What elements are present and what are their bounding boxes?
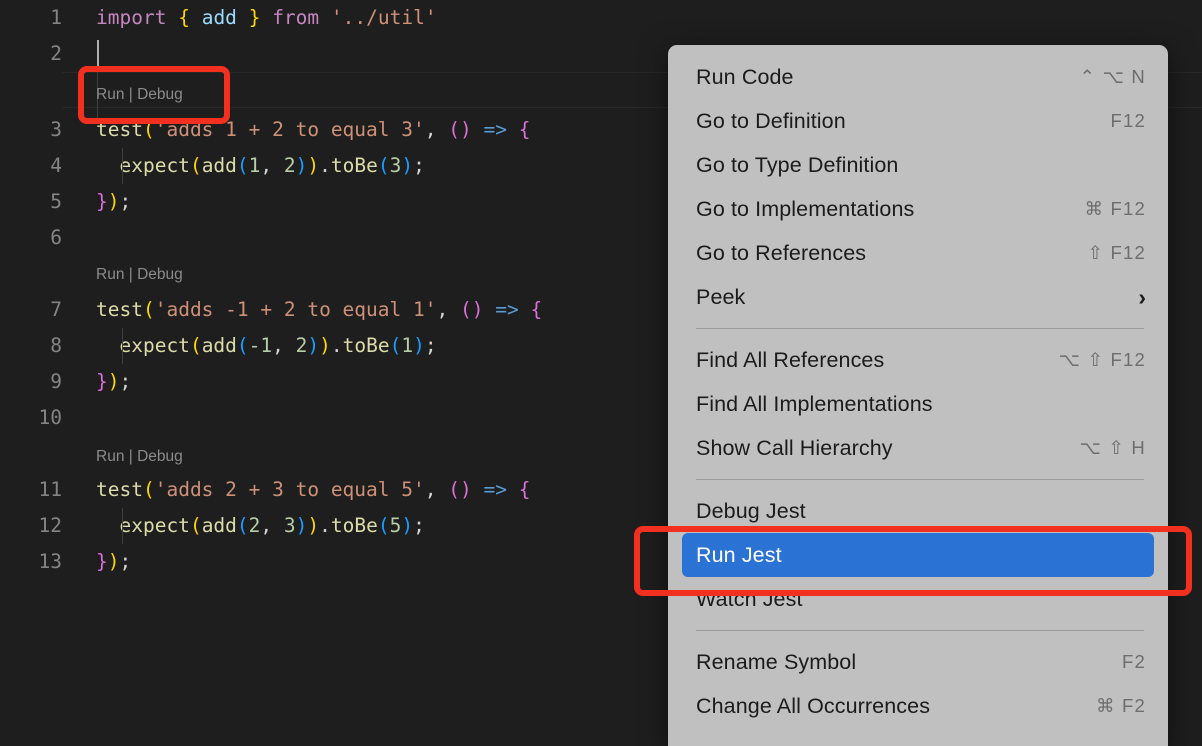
codelens-run-debug[interactable]: Run | Debug: [96, 440, 183, 474]
menu-item-go-to-definition[interactable]: Go to Definition F12: [668, 99, 1168, 143]
line-content: test('adds 2 + 3 to equal 5', () => {: [96, 478, 531, 501]
line-number: 11: [38, 478, 62, 501]
menu-item-label: Find All Implementations: [696, 391, 933, 416]
menu-item-label: Run Jest: [696, 542, 782, 567]
line-content: expect(add(1, 2)).toBe(3);: [119, 154, 425, 177]
menu-item-shortcut: F12: [1110, 110, 1146, 131]
menu-item-label: Watch Jest: [696, 586, 803, 611]
line-content: });: [96, 550, 132, 573]
line-number: 6: [50, 226, 62, 249]
line-number: 3: [50, 118, 62, 141]
menu-item-label: Change All Occurrences: [696, 693, 931, 718]
menu-item-show-call-hierarchy[interactable]: Show Call Hierarchy ⌥ ⇧ H: [668, 426, 1168, 470]
menu-item-label: Go to Type Definition: [696, 152, 899, 177]
chevron-right-icon: ›: [1138, 283, 1146, 310]
menu-item-shortcut: ⌥ ⇧ H: [1079, 437, 1146, 458]
menu-item-go-to-type-definition[interactable]: Go to Type Definition: [668, 143, 1168, 187]
screen: 1 import { add } from '../util' 2 Run | …: [0, 0, 1202, 746]
line-number: 1: [50, 6, 62, 29]
menu-item-peek[interactable]: Peek ›: [668, 275, 1168, 319]
line-number: 8: [50, 334, 62, 357]
menu-item-find-all-references[interactable]: Find All References ⌥ ⇧ F12: [668, 338, 1168, 382]
menu-item-label: Find All References: [696, 347, 885, 372]
menu-item-debug-jest[interactable]: Debug Jest: [668, 489, 1168, 533]
indent-guide: [122, 508, 123, 544]
menu-item-find-all-implementations[interactable]: Find All Implementations: [668, 382, 1168, 426]
indent-guide: [122, 328, 123, 364]
menu-item-label: Go to References: [696, 240, 867, 265]
line-number: 5: [50, 190, 62, 213]
menu-item-shortcut: ⌘ F2: [1095, 695, 1146, 716]
menu-separator: [696, 479, 1144, 480]
menu-item-shortcut: ⌃ ⌥ N: [1079, 66, 1146, 87]
menu-item-watch-jest[interactable]: Watch Jest: [668, 577, 1168, 621]
menu-item-label: Show Call Hierarchy: [696, 435, 893, 460]
line-content: import { add } from '../util': [96, 6, 437, 29]
menu-item-shortcut: F2: [1122, 651, 1146, 672]
line-number: 7: [50, 298, 62, 321]
menu-item-go-to-references[interactable]: Go to References ⇧ F12: [668, 231, 1168, 275]
menu-separator: [696, 630, 1144, 631]
line-content: test('adds -1 + 2 to equal 1', () => {: [96, 298, 543, 321]
codelens-run-debug[interactable]: Run | Debug: [96, 78, 183, 112]
menu-item-label: Go to Implementations: [696, 196, 915, 221]
indent-guide: [122, 148, 123, 184]
menu-item-change-all-occurrences[interactable]: Change All Occurrences ⌘ F2: [668, 684, 1168, 728]
menu-item-label: Rename Symbol: [696, 649, 857, 674]
menu-item-label: Run Code: [696, 64, 794, 89]
context-menu[interactable]: Run Code ⌃ ⌥ N Go to Definition F12 Go t…: [668, 45, 1168, 746]
line-number: 13: [38, 550, 62, 573]
menu-item-label: Debug Jest: [696, 498, 806, 523]
menu-item-label: Go to Definition: [696, 108, 846, 133]
menu-item-rename-symbol[interactable]: Rename Symbol F2: [668, 640, 1168, 684]
menu-separator: [696, 328, 1144, 329]
text-cursor: [97, 40, 99, 68]
menu-item-shortcut: ⇧ F12: [1087, 242, 1146, 263]
menu-item-shortcut: ⌥ ⇧ F12: [1058, 349, 1146, 370]
line-number: 4: [50, 154, 62, 177]
menu-item-run-code[interactable]: Run Code ⌃ ⌥ N: [668, 55, 1168, 99]
editor-line[interactable]: 1 import { add } from '../util': [0, 0, 1202, 36]
menu-item-label: Peek: [696, 284, 746, 309]
line-content: expect(add(-1, 2)).toBe(1);: [119, 334, 437, 357]
menu-item-go-to-implementations[interactable]: Go to Implementations ⌘ F12: [668, 187, 1168, 231]
line-content: });: [96, 370, 132, 393]
line-number: 12: [38, 514, 62, 537]
line-content: });: [96, 190, 132, 213]
line-number: 9: [50, 370, 62, 393]
line-content: test('adds 1 + 2 to equal 3', () => {: [96, 118, 531, 141]
menu-item-run-jest[interactable]: Run Jest: [682, 533, 1154, 577]
line-number: 2: [50, 42, 62, 65]
menu-item-shortcut: ⌘ F12: [1084, 198, 1146, 219]
line-number: 10: [38, 406, 62, 429]
line-content: expect(add(2, 3)).toBe(5);: [119, 514, 425, 537]
codelens-run-debug[interactable]: Run | Debug: [96, 258, 183, 292]
